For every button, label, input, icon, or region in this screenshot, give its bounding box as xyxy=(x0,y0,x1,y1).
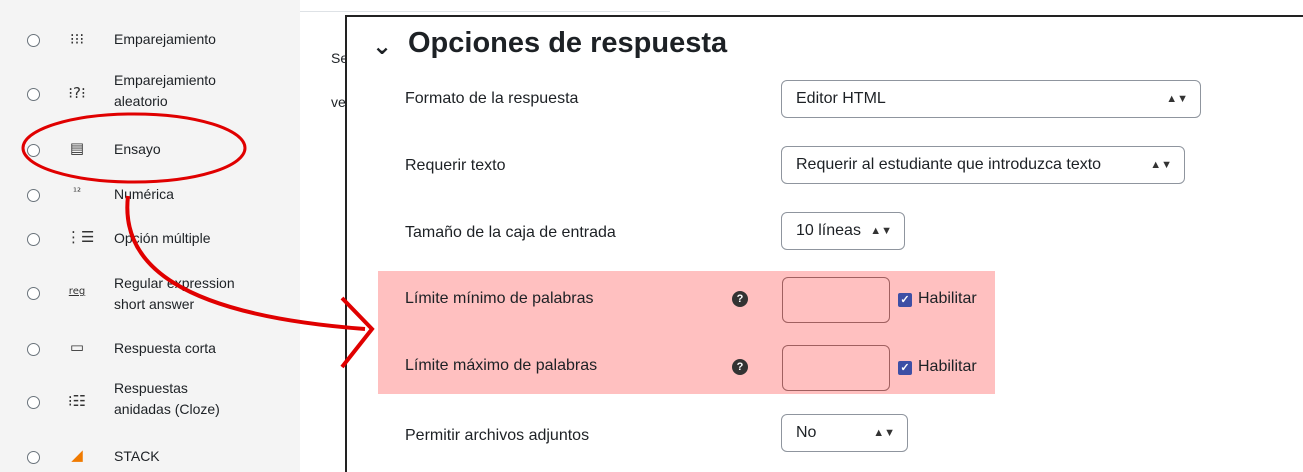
min-words-input[interactable] xyxy=(782,277,890,323)
select-value: 10 líneas xyxy=(796,222,861,239)
random-matching-icon: ⁝?⁝ xyxy=(68,84,86,102)
stack-icon: ◢ xyxy=(71,446,83,464)
max-words-label: Límite máximo de palabras xyxy=(405,357,598,374)
radio-button[interactable] xyxy=(27,88,40,101)
box-size-select[interactable]: 10 líneas ▲▼ xyxy=(781,212,905,250)
radio-button[interactable] xyxy=(27,144,40,157)
select-value: No xyxy=(796,424,817,441)
min-words-enable-checkbox[interactable]: ✓ xyxy=(898,293,912,307)
require-text-select[interactable]: Requerir al estudiante que introduzca te… xyxy=(781,146,1185,184)
format-select[interactable]: Editor HTML ▲▼ xyxy=(781,80,1201,118)
regexp-icon: reg xyxy=(68,286,86,297)
attachments-label: Permitir archivos adjuntos xyxy=(405,427,590,444)
chevron-down-icon[interactable]: ⌄ xyxy=(372,32,392,60)
select-arrows-icon: ▲▼ xyxy=(1150,159,1172,171)
box-size-label: Tamaño de la caja de entrada xyxy=(405,224,616,241)
require-text-label: Requerir texto xyxy=(405,157,506,174)
select-arrows-icon: ▲▼ xyxy=(1166,93,1188,105)
help-icon[interactable]: ? xyxy=(732,359,748,375)
select-value: Editor HTML xyxy=(796,90,886,107)
shortanswer-icon: ▭ xyxy=(69,338,85,356)
divider xyxy=(300,11,670,12)
attachments-select[interactable]: No ▲▼ xyxy=(781,414,908,452)
radio-button[interactable] xyxy=(27,451,40,464)
qtype-label: Respuesta corta xyxy=(114,340,216,356)
numerical-icon: ¹² xyxy=(72,187,82,198)
qtype-label: Ensayo xyxy=(114,141,161,157)
min-words-label: Límite mínimo de palabras xyxy=(405,290,594,307)
format-label: Formato de la respuesta xyxy=(405,90,579,107)
qtype-label: Respuestas xyxy=(114,380,188,396)
matching-icon: ⁝⁝⁝ xyxy=(69,30,85,48)
qtype-label-line2: anidadas (Cloze) xyxy=(114,401,220,417)
help-icon[interactable]: ? xyxy=(732,291,748,307)
radio-button[interactable] xyxy=(27,189,40,202)
select-arrows-icon: ▲▼ xyxy=(873,427,895,439)
enable-label[interactable]: Habilitar xyxy=(918,290,977,308)
radio-button[interactable] xyxy=(27,287,40,300)
multichoice-icon: ⋮☰ xyxy=(66,228,95,246)
qtype-label-line2: aleatorio xyxy=(114,93,168,109)
select-arrows-icon: ▲▼ xyxy=(870,225,892,237)
section-title[interactable]: Opciones de respuesta xyxy=(408,27,727,60)
max-words-enable-checkbox[interactable]: ✓ xyxy=(898,361,912,375)
radio-button[interactable] xyxy=(27,343,40,356)
radio-button[interactable] xyxy=(27,34,40,47)
cloze-icon: ⁝☷ xyxy=(67,392,87,410)
max-words-input[interactable] xyxy=(782,345,890,391)
qtype-label-line2: short answer xyxy=(114,296,195,312)
qtype-label: Opción múltiple xyxy=(114,230,211,246)
qtype-label: Numérica xyxy=(114,186,174,202)
enable-label[interactable]: Habilitar xyxy=(918,358,977,376)
question-type-list: ⁝⁝⁝ Emparejamiento ⁝?⁝ Emparejamiento al… xyxy=(0,0,300,472)
qtype-label: Emparejamiento xyxy=(114,31,216,47)
radio-button[interactable] xyxy=(27,396,40,409)
qtype-label: Regular expression xyxy=(114,275,235,291)
essay-icon: ▤ xyxy=(69,139,85,157)
select-value: Requerir al estudiante que introduzca te… xyxy=(796,156,1102,173)
qtype-label: STACK xyxy=(114,448,160,464)
radio-button[interactable] xyxy=(27,233,40,246)
qtype-label: Emparejamiento xyxy=(114,72,216,88)
partial-text-line2: ve xyxy=(331,94,346,110)
